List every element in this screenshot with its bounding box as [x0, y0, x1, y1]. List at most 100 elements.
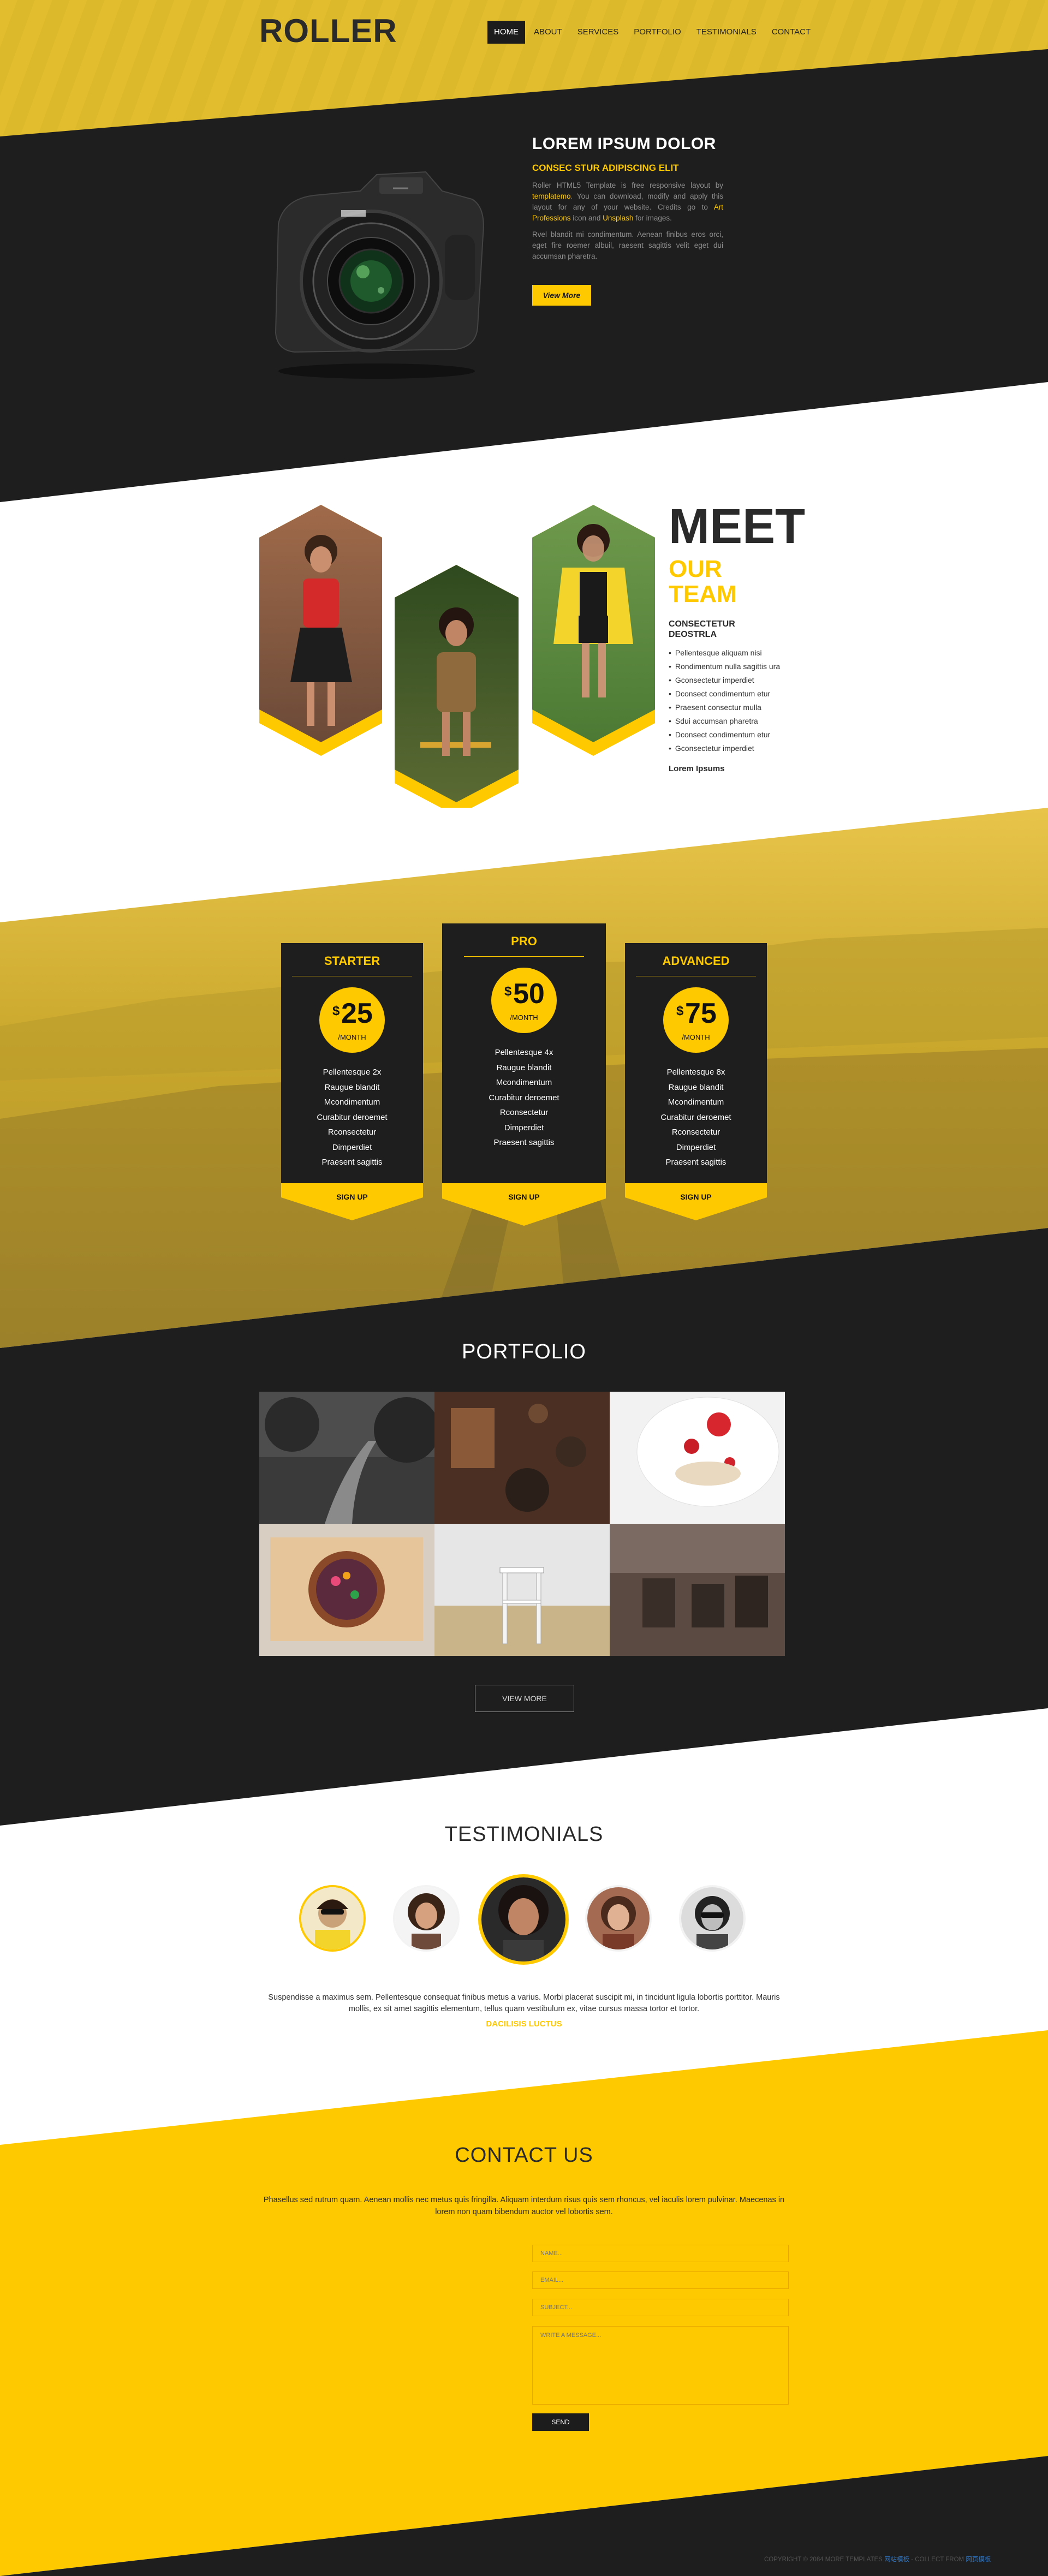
nav-services[interactable]: SERVICES [571, 21, 626, 44]
contact-subject-input[interactable] [532, 2299, 789, 2316]
contact-send-button[interactable]: SEND [532, 2413, 589, 2431]
feature-item: Mcondimentum [668, 1098, 724, 1107]
feature-item: Dimperdiet [676, 1142, 716, 1152]
team-subtitle: CONSECTETUR DEOSTRLA [669, 619, 735, 639]
list-item: Dconsect condimentum etur [669, 687, 780, 701]
team-member-2 [395, 565, 519, 808]
price-badge: $ 75 /MONTH [663, 987, 729, 1053]
signup-label: SIGN UP [508, 1192, 540, 1201]
list-item: Sdui accumsan pharetra [669, 714, 780, 728]
pricing-card-advanced: ADVANCED $ 75 /MONTH Pellentesque 8x Rau… [625, 943, 767, 1183]
signup-ribbon [625, 1183, 767, 1220]
plan-name: STARTER [324, 954, 380, 968]
contact-email-input[interactable] [532, 2271, 789, 2289]
team-heading-meet: MEET [669, 499, 806, 554]
collect-link[interactable]: 网页模板 [966, 2556, 991, 2563]
site-logo[interactable]: ROLLER [259, 12, 397, 50]
hero-text: for images. [633, 214, 672, 222]
price-amount: 50 [513, 978, 545, 1010]
portfolio-item-strawberry[interactable] [610, 1392, 785, 1524]
copyright-text: - COLLECT FROM [909, 2556, 966, 2563]
signup-label: SIGN UP [680, 1192, 712, 1201]
price-currency: $ [676, 1004, 684, 1018]
list-item: Gconsectetur imperdiet [669, 742, 780, 755]
signup-button-starter[interactable]: SIGN UP [281, 1183, 423, 1220]
price-period: /MONTH [510, 1013, 538, 1022]
templates-link[interactable]: 网站模板 [884, 2556, 909, 2563]
feature-item: Rconsectetur [499, 1108, 549, 1117]
feature-item: Praesent sagittis [665, 1158, 727, 1167]
feature-item: Dimperdiet [504, 1123, 544, 1132]
contact-message-input[interactable] [532, 2326, 789, 2405]
pricing-card-starter: STARTER $ 25 /MONTH Pellentesque 2x Raug… [281, 943, 423, 1183]
feature-item: Dimperdiet [332, 1142, 372, 1152]
plan-features: Pellentesque 4x Raugue blandit Mcondimen… [442, 1045, 606, 1150]
avatar-image [587, 1887, 650, 1949]
portfolio-view-more-button[interactable]: VIEW MORE [475, 1685, 574, 1712]
portfolio-grid [259, 1392, 785, 1656]
list-item: Praesent consectur mulla [669, 701, 780, 714]
main-nav: HOME ABOUT SERVICES PORTFOLIO TESTIMONIA… [487, 21, 819, 44]
team-member-1 [259, 505, 382, 756]
contact-name-input[interactable] [532, 2245, 789, 2262]
portfolio-item-bowl[interactable] [259, 1524, 434, 1656]
portfolio-item-chairs[interactable] [610, 1524, 785, 1656]
background-bands [0, 0, 1048, 2576]
fruit-bowl-image [259, 1524, 434, 1656]
team-heading-team: TEAM [669, 581, 737, 608]
avatar-image [395, 1887, 457, 1949]
team-member-3 [532, 505, 655, 756]
hero-paragraph-2: Rvel blandit mi condimentum. Aenean fini… [532, 230, 723, 260]
feature-item: Pellentesque 4x [495, 1048, 553, 1057]
feature-item: Mcondimentum [496, 1078, 552, 1087]
portfolio-item-lifeguard[interactable] [434, 1524, 610, 1656]
nav-about[interactable]: ABOUT [527, 21, 569, 44]
price-amount: 25 [341, 998, 373, 1029]
feature-item: Pellentesque 8x [666, 1068, 725, 1077]
list-item: Rondimentum nulla sagittis ura [669, 660, 780, 673]
nav-portfolio[interactable]: PORTFOLIO [627, 21, 687, 44]
team-photos [259, 505, 655, 808]
feature-item: Raugue blandit [496, 1063, 552, 1072]
portfolio-item-wood-table[interactable] [434, 1392, 610, 1524]
list-item: Gconsectetur imperdiet [669, 673, 780, 687]
feature-item: Curabitur deroemet [489, 1093, 559, 1102]
nav-home[interactable]: HOME [487, 21, 525, 44]
unsplash-link[interactable]: Unsplash [603, 214, 633, 222]
nav-contact[interactable]: CONTACT [765, 21, 817, 44]
testimonial-avatar-5[interactable] [679, 1885, 746, 1952]
team-heading-our-team: OUR TEAM [669, 556, 737, 608]
hero-paragraph-1: Roller HTML5 Template is free responsive… [532, 180, 723, 224]
portfolio-title: PORTFOLIO [462, 1340, 586, 1363]
templatemo-link[interactable]: templatemo [532, 192, 571, 200]
feature-item: Praesent sagittis [493, 1138, 555, 1147]
feature-item: Rconsectetur [327, 1128, 377, 1137]
camera-image [275, 171, 484, 379]
plan-name: PRO [511, 934, 537, 948]
avatar-image [301, 1887, 364, 1949]
hero-text: Roller HTML5 Template is free responsive… [532, 181, 723, 189]
price-badge: $ 25 /MONTH [319, 987, 385, 1053]
feature-item: Curabitur deroemet [660, 1112, 731, 1122]
testimonial-avatar-4[interactable] [585, 1885, 652, 1952]
signup-label: SIGN UP [336, 1192, 368, 1201]
pricing-card-pro: PRO $ 50 /MONTH Pellentesque 4x Raugue b… [442, 923, 606, 1184]
portfolio-item-road[interactable] [259, 1392, 434, 1524]
signup-button-pro[interactable]: SIGN UP [442, 1183, 606, 1226]
testimonials-title: TESTIMONIALS [444, 1823, 604, 1846]
testimonial-author: DACILISIS LUCTUS [486, 2019, 562, 2029]
team-heading-our: OUR [669, 556, 722, 582]
road-image [259, 1392, 434, 1524]
hero-text: icon and [570, 214, 603, 222]
nav-testimonials[interactable]: TESTIMONIALS [690, 21, 763, 44]
cafe-chairs-image [610, 1524, 785, 1656]
feature-item: Rconsectetur [671, 1128, 720, 1137]
testimonial-avatar-2[interactable] [393, 1885, 460, 1952]
signup-button-advanced[interactable]: SIGN UP [625, 1183, 767, 1220]
view-more-button[interactable]: View More [532, 285, 591, 306]
testimonial-avatar-active[interactable] [478, 1874, 569, 1965]
testimonial-avatar-1[interactable] [299, 1885, 366, 1952]
feature-item: Raugue blandit [324, 1082, 380, 1092]
price-amount: 75 [685, 998, 717, 1029]
price-currency: $ [332, 1004, 340, 1018]
